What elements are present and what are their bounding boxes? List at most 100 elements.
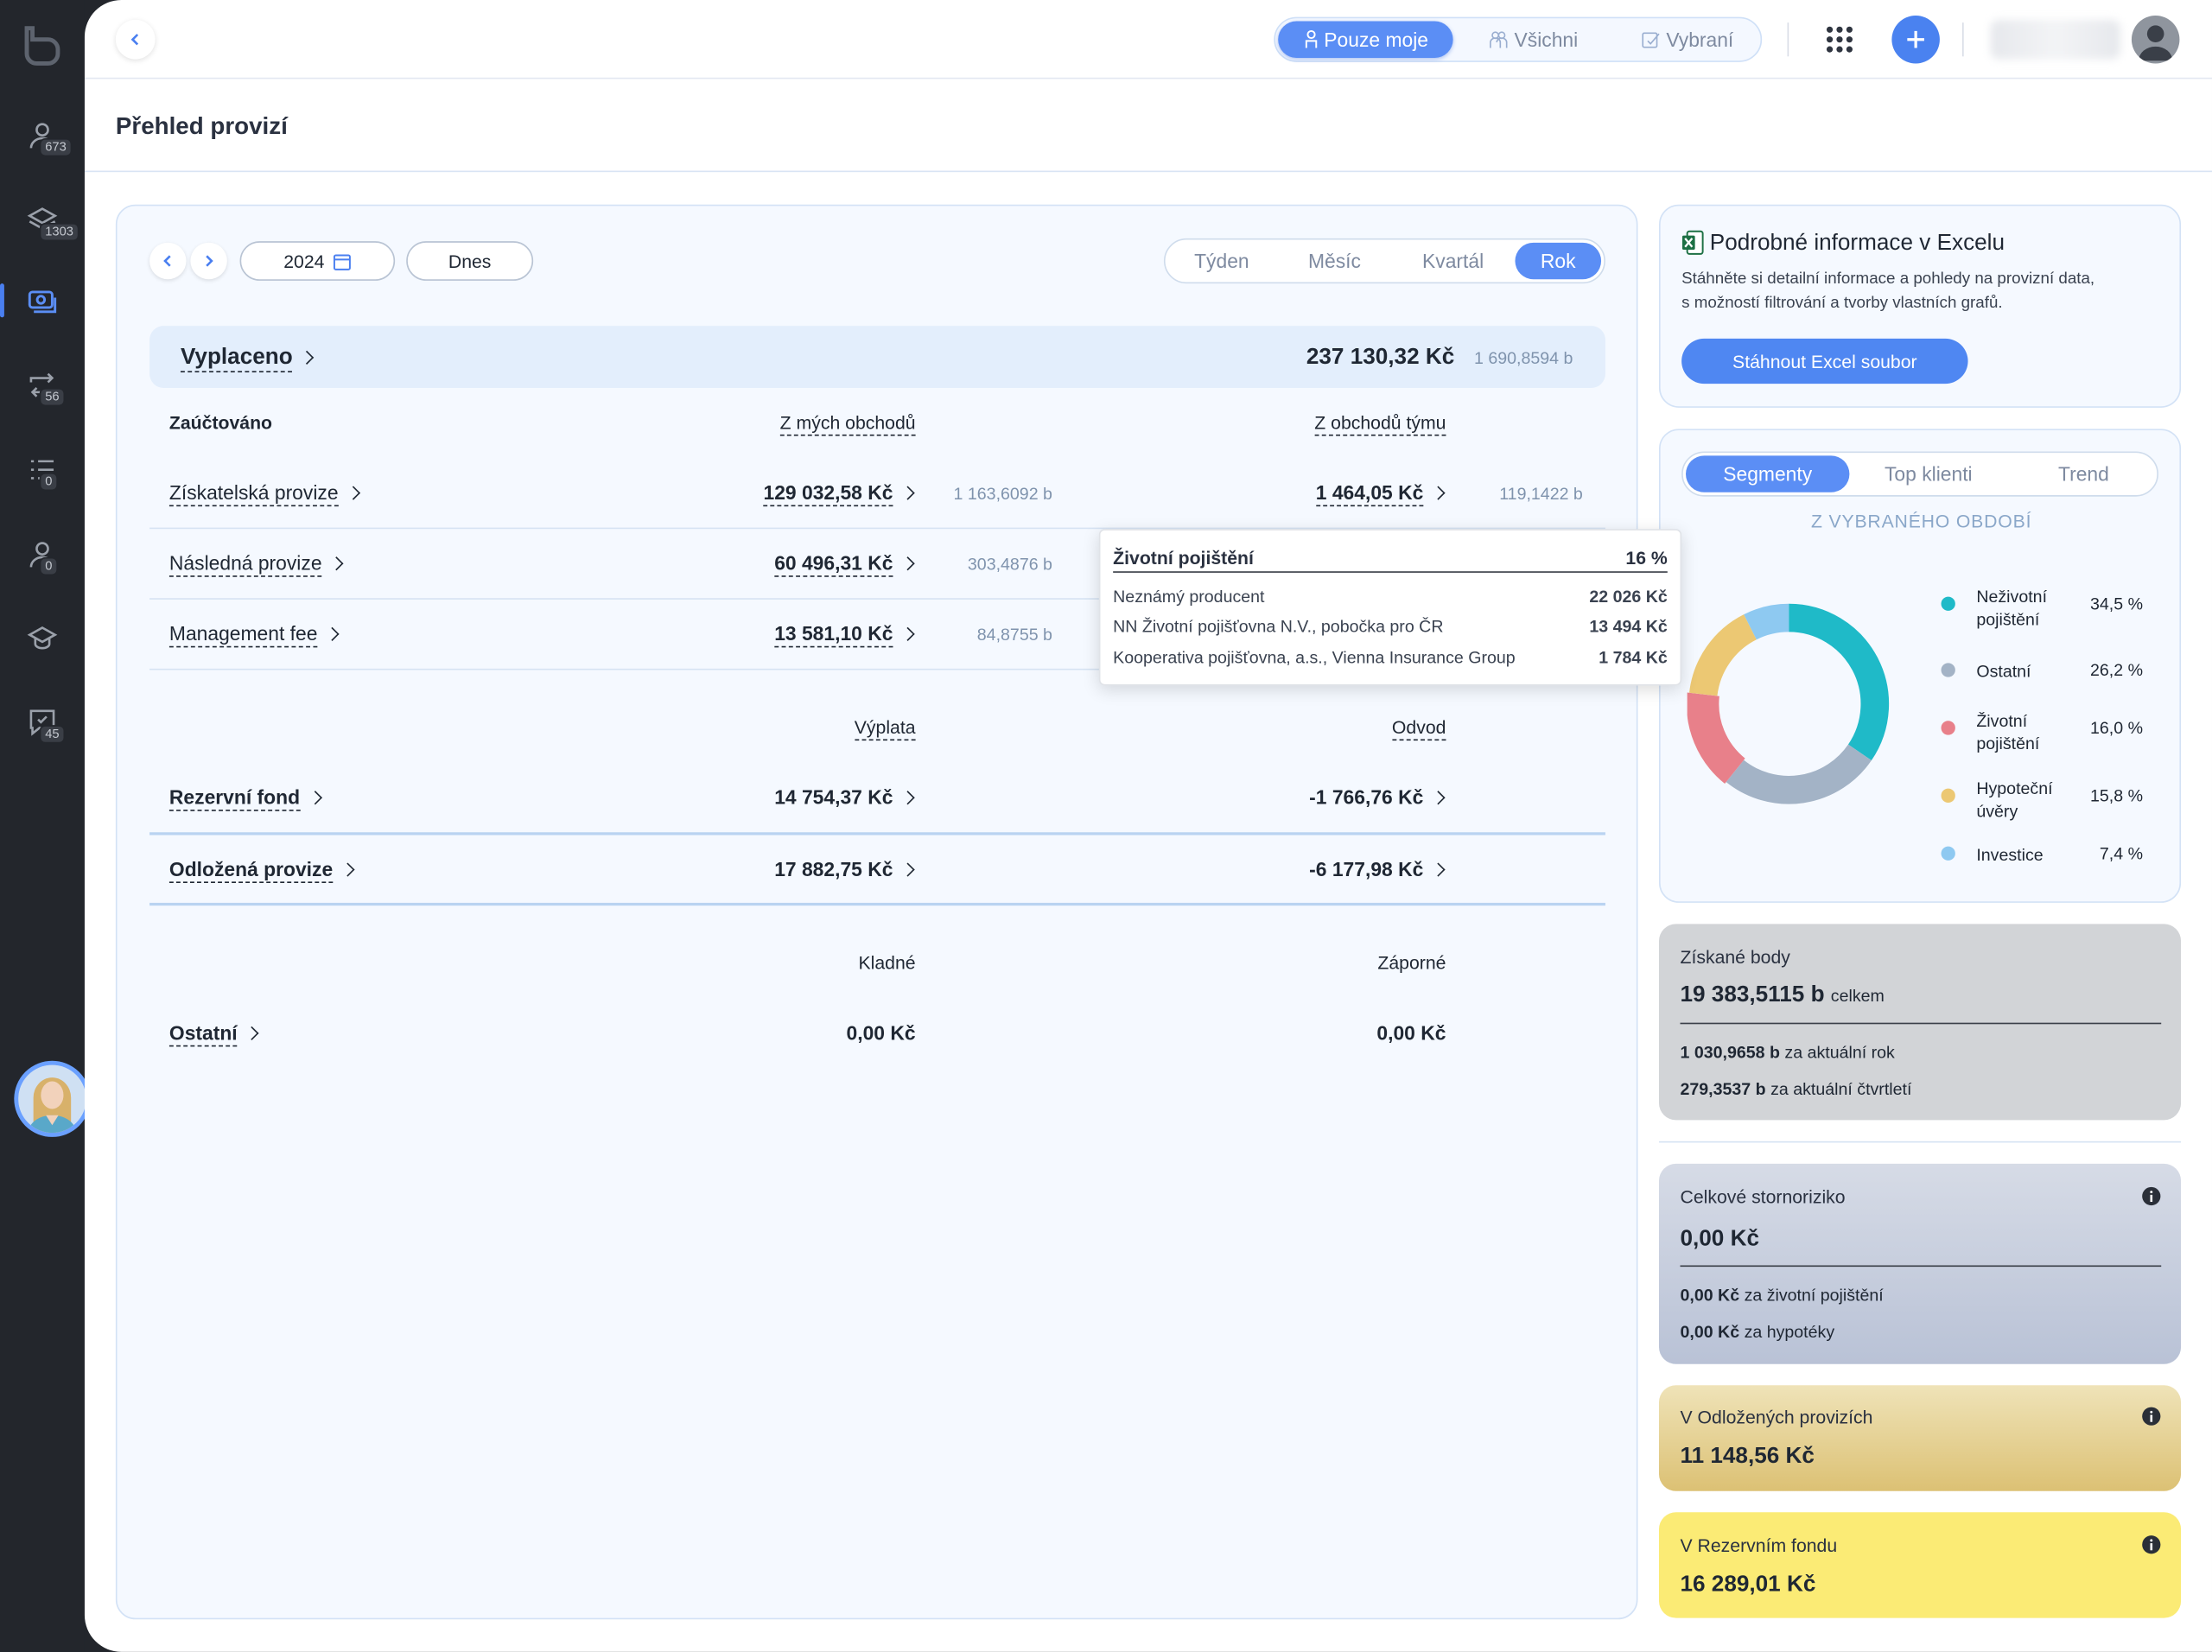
- col-mine-header: Z mých obchodů: [779, 411, 916, 436]
- apps-grid-icon[interactable]: [1824, 24, 1855, 55]
- legend-dot: [1941, 596, 1955, 611]
- acquisition-team-amount[interactable]: 1 464,05 Kč: [1315, 480, 1446, 507]
- storno-title: Celkové stornoriziko: [1680, 1186, 1846, 1208]
- period-year-button[interactable]: Rok: [1515, 242, 1602, 280]
- chevron-right-icon: [900, 791, 915, 805]
- storno-life: 0,00 Kč: [1680, 1285, 1740, 1306]
- scope-mine-label: Pouze moje: [1324, 28, 1429, 51]
- scope-mine-button[interactable]: Pouze moje: [1278, 21, 1453, 58]
- period-week-button[interactable]: Týden: [1168, 243, 1275, 279]
- donut-segment-2[interactable]: [1687, 692, 1746, 785]
- other-link[interactable]: Ostatní: [168, 1021, 259, 1047]
- excel-description-line1: Stáhněte si detailní informace a pohledy…: [1681, 270, 2095, 289]
- chevron-right-icon: [1431, 486, 1446, 500]
- donut-segment-3[interactable]: [1689, 614, 1758, 696]
- paid-link[interactable]: Vyplaceno: [180, 345, 315, 373]
- assistant-avatar[interactable]: [14, 1060, 91, 1137]
- subsequent-commission-link[interactable]: Následná provize: [168, 551, 344, 577]
- subsequent-mine-amount[interactable]: 60 496,31 Kč: [774, 551, 915, 577]
- today-button[interactable]: Dnes: [406, 241, 534, 281]
- nav-messages[interactable]: 45: [0, 694, 85, 750]
- nav-badge: 45: [39, 725, 66, 744]
- today-label: Dnes: [448, 250, 492, 272]
- nav-commissions[interactable]: [0, 272, 85, 328]
- reserve-fund-levy[interactable]: -1 766,76 Kč: [1309, 785, 1446, 809]
- app-logo[interactable]: [20, 22, 65, 67]
- tab-segments[interactable]: Segmenty: [1686, 455, 1850, 492]
- amount-value: 60 496,31 Kč: [774, 551, 893, 577]
- graduation-cap-icon: [27, 626, 58, 650]
- year-picker[interactable]: 2024: [239, 241, 396, 281]
- commissions-card: 2024 Dnes Týden Měsíc Kvartál Rok Vyplac…: [115, 204, 1638, 1620]
- management-fee-mine-amount[interactable]: 13 581,10 Kč: [774, 621, 915, 648]
- acquisition-mine-points: 1 163,6092 b: [953, 483, 1052, 504]
- year-value: 2024: [283, 250, 325, 272]
- money-icon: [28, 290, 57, 314]
- paid-label: Vyplaceno: [180, 345, 293, 373]
- info-icon[interactable]: [2141, 1407, 2161, 1426]
- legend-dot: [1941, 788, 1955, 803]
- info-icon[interactable]: [2141, 1186, 2161, 1206]
- info-icon[interactable]: [2141, 1534, 2161, 1554]
- subsequent-mine-points: 303,4876 b: [967, 554, 1052, 575]
- nav-users[interactable]: 0: [0, 526, 85, 582]
- deferred-commission-link[interactable]: Odložená provize: [168, 857, 355, 884]
- row-divider: [149, 832, 1605, 836]
- chevron-right-icon: [1431, 862, 1446, 877]
- nav-badge: 1303: [39, 222, 79, 242]
- nav-contracts[interactable]: 1303: [0, 192, 85, 248]
- topbar: Pouze moje Všichni Vybraní: [84, 0, 2212, 79]
- acquisition-mine-amount[interactable]: 129 032,58 Kč: [763, 480, 915, 507]
- nav-badge: 0: [39, 472, 58, 492]
- tab-top-clients[interactable]: Top klienti: [1853, 455, 2005, 492]
- nav-transfers[interactable]: 56: [0, 357, 85, 413]
- chevron-right-icon: [346, 486, 360, 500]
- back-button[interactable]: [115, 19, 156, 60]
- chevron-right-icon: [900, 626, 915, 641]
- nav-education[interactable]: [0, 609, 85, 665]
- scope-selected-button[interactable]: Vybraní: [1614, 21, 1761, 57]
- donut-segment-4[interactable]: [1744, 603, 1789, 640]
- donut-segment-0[interactable]: [1788, 603, 1890, 761]
- tab-trend[interactable]: Trend: [2011, 455, 2158, 492]
- prev-period-button[interactable]: [149, 242, 187, 280]
- col-team-header: Z obchodů týmu: [1314, 411, 1446, 436]
- nav-badge: 0: [39, 556, 58, 576]
- page-title: Přehled provizí: [115, 112, 288, 140]
- storno-life-suffix: za životní pojištění: [1744, 1285, 1884, 1306]
- excel-icon: [1681, 230, 1704, 255]
- plus-icon: [1907, 30, 1924, 48]
- chevron-left-icon: [163, 255, 171, 267]
- reserve-fund-payout[interactable]: 14 754,37 Kč: [774, 785, 915, 809]
- deferred-levy[interactable]: -6 177,98 Kč: [1309, 858, 1446, 880]
- user-name-blurred: [1990, 19, 2120, 60]
- amount-value: 17 882,75 Kč: [774, 857, 893, 880]
- management-fee-link[interactable]: Management fee: [168, 621, 340, 648]
- col-levy-header: Odvod: [1391, 716, 1446, 741]
- col-payout-label: Výplata: [854, 716, 916, 741]
- reserve-title: V Rezervním fondu: [1680, 1534, 1838, 1556]
- paid-summary: Vyplaceno 237 130,32 Kč 1 690,8594 b: [149, 326, 1605, 388]
- nav-tasks[interactable]: 0: [0, 442, 85, 498]
- add-button[interactable]: [1891, 15, 1940, 64]
- user-avatar[interactable]: [2131, 15, 2180, 64]
- chevron-right-icon: [900, 556, 915, 571]
- period-switch: Týden Měsíc Kvartál Rok: [1163, 238, 1605, 284]
- deferred-payout[interactable]: 17 882,75 Kč: [774, 857, 915, 880]
- row-label: Získatelská provize: [168, 480, 339, 507]
- chevron-right-icon: [1431, 791, 1446, 805]
- storno-mortgage-suffix: za hypotéky: [1744, 1321, 1835, 1342]
- download-excel-button[interactable]: Stáhnout Excel soubor: [1681, 338, 1968, 384]
- donut-segment-1[interactable]: [1726, 744, 1872, 804]
- amount-value: 129 032,58 Kč: [763, 480, 893, 507]
- amount-value: 14 754,37 Kč: [774, 785, 893, 809]
- reserve-fund-link[interactable]: Rezervní fond: [168, 785, 322, 811]
- legend-value: 15,8 %: [2090, 785, 2143, 806]
- next-period-button[interactable]: [190, 242, 227, 280]
- acquisition-commission-link[interactable]: Získatelská provize: [168, 480, 360, 507]
- segments-card: Segmenty Top klienti Trend Z VYBRANÉHO O…: [1658, 429, 2182, 903]
- nav-clients[interactable]: 673: [0, 107, 85, 163]
- scope-all-button[interactable]: Všichni: [1459, 21, 1608, 57]
- period-quarter-button[interactable]: Kvartál: [1394, 243, 1512, 279]
- period-month-button[interactable]: Měsíc: [1278, 243, 1391, 279]
